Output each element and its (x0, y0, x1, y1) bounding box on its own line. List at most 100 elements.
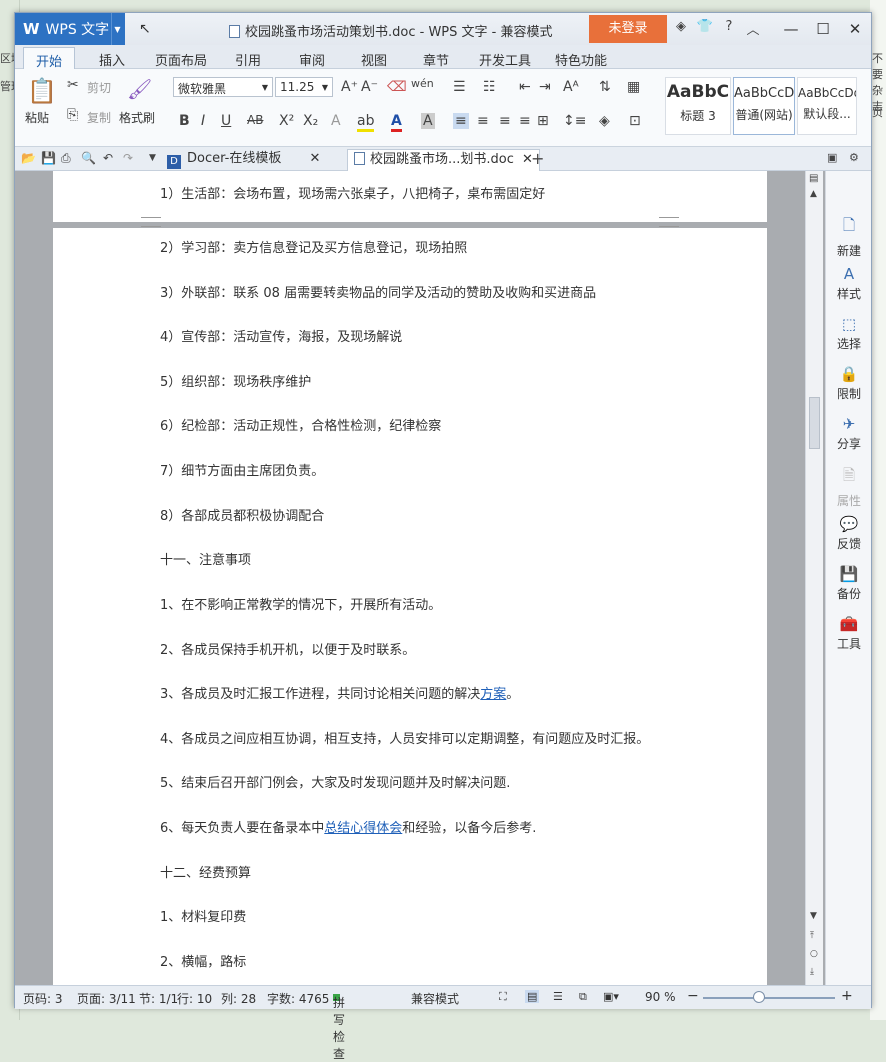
doc-line[interactable]: 2）学习部：卖方信息登记及买方信息登记，现场拍照 (160, 237, 467, 256)
tab-view[interactable]: 视图 (361, 50, 387, 69)
doc-heading[interactable]: 十二、经费预算 (160, 862, 251, 881)
text-effect-icon[interactable]: A (331, 113, 341, 129)
minimize-icon[interactable]: — (775, 13, 807, 45)
undo-icon[interactable]: ↶ (103, 151, 113, 165)
status-words[interactable]: 字数: 4765 (267, 990, 329, 1007)
status-row[interactable]: 行: 10 (177, 990, 212, 1007)
reading-view-icon[interactable]: ▣▾ (603, 990, 619, 1003)
copy-button[interactable]: 复制 (87, 109, 111, 126)
save-icon[interactable]: 💾 (41, 151, 56, 165)
shirt-icon[interactable]: 👕 (695, 19, 715, 38)
side-select[interactable]: ⬚ 选择 (826, 315, 872, 352)
numbering-icon[interactable]: ☷ (483, 79, 496, 95)
grow-font-icon[interactable]: A⁺ (341, 79, 358, 95)
collapse-icon[interactable]: ︿ (743, 19, 763, 38)
doc-line[interactable]: 5）组织部：现场秩序维护 (160, 371, 311, 390)
distribute-icon[interactable]: ⊞ (537, 113, 549, 129)
font-name-select[interactable]: 微软雅黑 ▼ (173, 77, 273, 97)
doc-link[interactable]: 总结心得体会 (324, 821, 402, 836)
page-view-icon[interactable]: ▤ (525, 990, 540, 1003)
side-new[interactable]: 🗋 新建 (826, 215, 872, 259)
side-properties[interactable]: 🗎 属性 (826, 465, 872, 509)
chevron-down-icon[interactable]: ▼ (111, 13, 123, 45)
chevron-down-icon[interactable]: ▼ (149, 153, 156, 163)
doc-line[interactable]: 2、各成员保持手机开机，以便于及时联系。 (160, 639, 415, 658)
help-icon[interactable]: ? (719, 19, 739, 38)
format-painter-button[interactable]: 格式刷 (119, 109, 155, 126)
borders-icon[interactable]: ⊡ (629, 113, 641, 129)
side-feedback[interactable]: 💬 反馈 (826, 515, 872, 552)
maximize-icon[interactable]: ☐ (807, 13, 839, 45)
doc-line[interactable]: 8）各部成员都积极协调配合 (160, 505, 324, 524)
new-tab-icon[interactable]: + (531, 149, 544, 168)
table-icon[interactable]: ▦ (627, 79, 640, 95)
login-button[interactable]: 未登录 (589, 15, 667, 43)
split-icon[interactable]: ▤ (809, 173, 818, 184)
zoom-slider-knob[interactable] (753, 991, 765, 1003)
align-right-icon[interactable]: ≡ (499, 113, 511, 129)
side-style[interactable]: A 样式 (826, 265, 872, 302)
bold-icon[interactable]: B (179, 113, 190, 129)
tab-document[interactable]: 校园跳蚤市场...划书.doc ✕ (347, 149, 540, 171)
side-share[interactable]: ✈ 分享 (826, 415, 872, 452)
paste-icon[interactable]: 📋 (27, 77, 57, 105)
doc-line[interactable]: 4）宣传部：活动宣传，海报，及现场解说 (160, 326, 402, 345)
doc-line[interactable]: 1、材料复印费 (160, 906, 246, 925)
doc-line[interactable]: 1）生活部：会场布置，现场需六张桌子，八把椅子，桌布需固定好 (160, 183, 545, 202)
underline-icon[interactable]: U (221, 113, 231, 129)
doc-line[interactable]: 5、结束后召开部门例会，大家及时发现问题并及时解决问题. (160, 772, 510, 791)
side-backup[interactable]: 💾 备份 (826, 565, 872, 602)
paste-button[interactable]: 粘贴 (25, 109, 49, 126)
font-size-select[interactable]: 11.25 ▼ (275, 77, 333, 97)
line-spacing-icon[interactable]: ↕≡ (563, 113, 586, 129)
web-view-icon[interactable]: ⧉ (579, 990, 587, 1004)
justify-icon[interactable]: ≡ (519, 113, 531, 129)
scroll-thumb[interactable] (809, 397, 820, 449)
strikethrough-icon[interactable]: AB (247, 113, 263, 127)
print-preview-icon[interactable]: 🔍 (81, 151, 96, 165)
settings-icon[interactable]: ⚙ (849, 151, 859, 164)
print-icon[interactable]: ⎙ (61, 151, 71, 166)
tab-reference[interactable]: 引用 (235, 50, 261, 69)
phonetic-icon[interactable]: wén (411, 77, 434, 90)
decrease-indent-icon[interactable]: ⇤ (519, 79, 531, 95)
tab-docer[interactable]: D Docer-在线模板 ✕ (167, 149, 320, 171)
status-col[interactable]: 列: 28 (221, 990, 256, 1007)
copy-icon[interactable]: ⎘ (67, 107, 78, 123)
highlight-icon[interactable]: ab (357, 113, 375, 132)
font-color-icon[interactable]: A (391, 113, 402, 132)
outline-view-icon[interactable]: ☰ (553, 990, 563, 1003)
open-folder-icon[interactable]: 📂 (21, 151, 36, 165)
increase-indent-icon[interactable]: ⇥ (539, 79, 551, 95)
doc-line[interactable]: 7）细节方面由主席团负责。 (160, 460, 324, 479)
shrink-font-icon[interactable]: A⁻ (361, 79, 378, 95)
side-restrict[interactable]: 🔒 限制 (826, 365, 872, 402)
format-painter-icon[interactable]: 🖌 (127, 77, 152, 101)
next-page-icon[interactable]: ⤓ (810, 967, 814, 977)
sort-icon[interactable]: ⇅ (599, 79, 611, 95)
doc-line[interactable]: 4、各成员之间应相互协调，相互支持，人员安排可以定期调整，有问题应及时汇报。 (160, 728, 649, 747)
subscript-icon[interactable]: X₂ (303, 113, 318, 129)
italic-icon[interactable]: I (201, 113, 205, 129)
zoom-in-icon[interactable]: + (841, 988, 853, 1004)
doc-link[interactable]: 方案 (480, 687, 506, 702)
side-tools[interactable]: 🧰 工具 (826, 615, 872, 652)
fullscreen-icon[interactable]: ⛶ (499, 990, 507, 1004)
zoom-slider-track[interactable] (703, 997, 835, 999)
status-section[interactable]: 节: 1/1 (139, 990, 178, 1007)
close-icon[interactable]: ✕ (309, 151, 320, 166)
tab-chapter[interactable]: 章节 (423, 50, 449, 69)
superscript-icon[interactable]: X² (279, 113, 294, 129)
skin-icon[interactable]: ◈ (671, 19, 691, 38)
zoom-level[interactable]: 90 % (645, 990, 676, 1004)
doc-heading[interactable]: 十一、注意事项 (160, 549, 251, 568)
status-page-no[interactable]: 页码: 3 (23, 990, 63, 1007)
doc-line[interactable]: 3、各成员及时汇报工作进程，共同讨论相关问题的解决方案。 (160, 683, 519, 702)
style-normal-web[interactable]: AaBbCcD 普通(网站) (733, 77, 795, 135)
shading-icon[interactable]: ◈ (599, 113, 610, 129)
doc-line[interactable]: 6、每天负责人要在备录本中总结心得体会和经验，以备今后参考. (160, 817, 536, 836)
doc-line[interactable]: 2、横幅，路标 (160, 951, 246, 970)
bullets-icon[interactable]: ☰ (453, 79, 466, 95)
app-menu-button[interactable]: W WPS 文字 ▼ (15, 13, 125, 45)
doc-line[interactable]: 3）外联部：联系 08 届需要转卖物品的同学及活动的赞助及收购和买进商品 (160, 282, 596, 301)
